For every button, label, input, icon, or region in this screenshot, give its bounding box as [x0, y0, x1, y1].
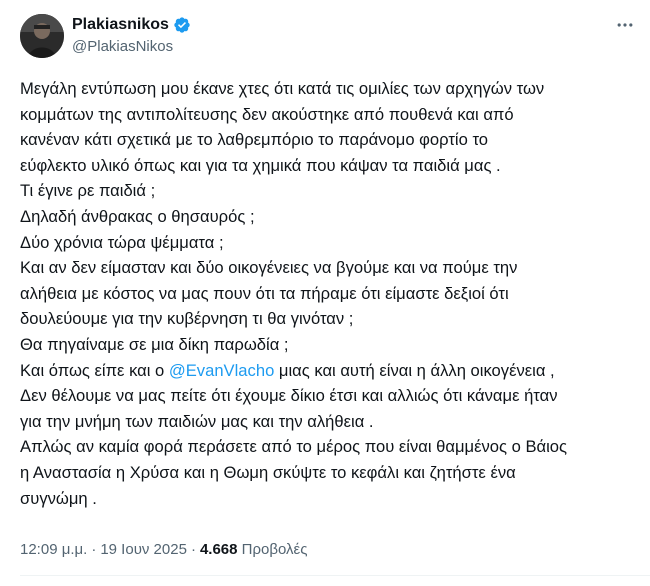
tweet-text: Μεγάλη εντύπωση μου έκανε χτες ότι κατά …: [20, 76, 632, 511]
tweet-line: για την μνήμη των παιδιών μας και την αλ…: [20, 411, 374, 431]
tweet-line-with-mention: Και όπως είπε και ο @EvanVlacho μιας και…: [20, 358, 632, 384]
tweet-line: Τι έγινε ρε παιδιά ;: [20, 181, 156, 201]
tweet-card: Plakiasnikos @PlakiasNikos Μεγάλη εντύπω…: [0, 0, 650, 586]
avatar[interactable]: [20, 14, 64, 58]
tweet-time[interactable]: 12:09 μ.μ.: [20, 541, 87, 558]
author-block: Plakiasnikos @PlakiasNikos: [72, 14, 191, 55]
tweet-line: Δεν θέλουμε να μας πείτε ότι έχουμε δίκι…: [20, 386, 558, 406]
divider: [20, 575, 650, 576]
tweet-line: η Αναστασία η Χρύσα και η Θωμη σκύψτε το…: [20, 462, 516, 482]
tweet-text-fragment: Και όπως είπε και ο: [20, 360, 169, 380]
tweet-text-fragment: μιας και αυτή είναι η άλλη οικογένεια ,: [274, 360, 555, 380]
views-count: 4.668: [199, 541, 238, 558]
meta-separator: ·: [190, 541, 196, 558]
tweet-line: κομμάτων της αντιπολίτευσης δεν ακούστηκ…: [20, 104, 514, 124]
tweet-line: Δύο χρόνια τώρα ψέμματα ;: [20, 232, 224, 252]
tweet-line: δουλεύουμε για την κυβέρνηση τι θα γινότ…: [20, 309, 354, 329]
verified-badge-icon: [173, 16, 191, 34]
tweet-line: αλήθεια με κόστος να μας πουν ότι τα πήρ…: [20, 283, 509, 303]
tweet-line: Και αν δεν είμασταν και δύο οικογένειες …: [20, 258, 518, 278]
tweet-line: συγνώμη .: [20, 488, 97, 508]
tweet-line: εύφλεκτο υλικό όπως και για τα χημικά πο…: [20, 155, 501, 175]
meta-separator: ·: [91, 541, 97, 558]
tweet-line: Απλώς αν καμία φορά περάσετε από το μέρο…: [20, 437, 568, 457]
profile-photo: [20, 14, 64, 58]
tweet-line: Δηλαδή άνθρακας ο θησαυρός ;: [20, 206, 255, 226]
mention-link[interactable]: @EvanVlacho: [169, 361, 274, 380]
author-name[interactable]: Plakiasnikos: [72, 16, 169, 34]
tweet-date[interactable]: 19 Ιουν 2025: [100, 541, 187, 558]
tweet-line: Μεγάλη εντύπωση μου έκανε χτες ότι κατά …: [20, 79, 545, 98]
tweet-line: Θα πηγαίναμε σε μια δίκη παρωδία ;: [20, 334, 289, 354]
tweet-line: κανέναν κάτι σχετικά με το λαθρεμπόριο τ…: [20, 130, 488, 150]
tweet-meta: 12:09 μ.μ. · 19 Ιουν 2025 · 4.668 Προβολές: [20, 541, 307, 558]
author-handle[interactable]: @PlakiasNikos: [72, 38, 191, 55]
views-label: Προβολές: [241, 541, 308, 558]
more-horizontal-icon[interactable]: [614, 14, 636, 36]
